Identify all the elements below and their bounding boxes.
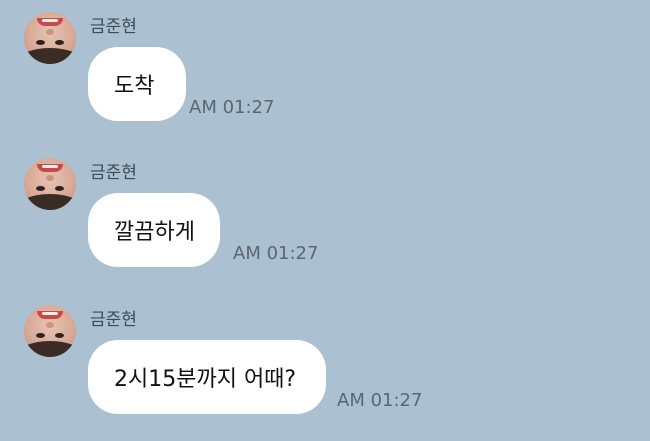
message-text: 깔끔하게 — [114, 220, 195, 245]
message-bubble[interactable]: 2시15분까지 어때? — [88, 340, 326, 414]
message-text: 도착 — [114, 74, 155, 99]
message-item: 금준현 깔끔하게 AM 01:27 — [0, 158, 650, 298]
avatar[interactable] — [24, 158, 76, 210]
avatar[interactable] — [24, 305, 76, 357]
message-item: 금준현 2시15분까지 어때? AM 01:27 — [0, 305, 650, 441]
sender-name: 금준현 — [90, 163, 137, 183]
message-timestamp: AM 01:27 — [337, 390, 423, 411]
message-timestamp: AM 01:27 — [233, 243, 319, 264]
sender-name: 금준현 — [90, 310, 137, 330]
message-timestamp: AM 01:27 — [189, 97, 275, 118]
message-item: 금준현 도착 AM 01:27 — [0, 12, 650, 152]
message-bubble[interactable]: 깔끔하게 — [88, 193, 220, 267]
sender-name: 금준현 — [90, 17, 137, 37]
message-text: 2시15분까지 어때? — [114, 367, 297, 392]
message-bubble[interactable]: 도착 — [88, 47, 186, 121]
avatar[interactable] — [24, 12, 76, 64]
chat-room: 금준현 도착 AM 01:27 금준현 깔끔하게 AM 01:27 금준현 2시… — [0, 0, 650, 441]
